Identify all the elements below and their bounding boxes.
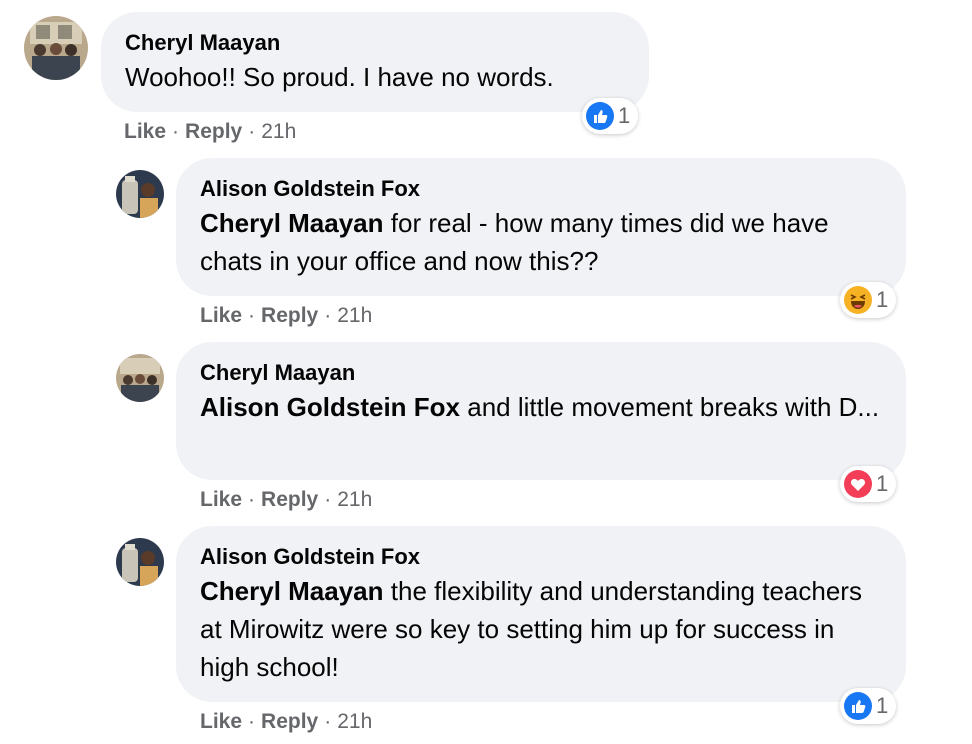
avatar-photo-trophy-icon bbox=[116, 170, 164, 218]
comment-author[interactable]: Alison Goldstein Fox bbox=[200, 542, 882, 572]
reaction-count: 1 bbox=[876, 471, 889, 496]
separator-dot: · bbox=[324, 710, 332, 733]
comment-text: Cheryl Maayan for real - how many times … bbox=[200, 204, 882, 280]
reaction-badge[interactable]: 1 bbox=[840, 466, 897, 502]
comment-actions: Like · Reply · 21h bbox=[200, 485, 372, 515]
reaction-badge[interactable]: 1 bbox=[840, 282, 897, 318]
comment-author[interactable]: Cheryl Maayan bbox=[200, 358, 882, 388]
reaction-count: 1 bbox=[876, 287, 889, 312]
avatar[interactable] bbox=[116, 538, 164, 586]
reply-button[interactable]: Reply bbox=[261, 710, 318, 733]
separator-dot: · bbox=[324, 304, 332, 327]
separator-dot: · bbox=[248, 710, 256, 733]
reaction-count: 1 bbox=[618, 103, 631, 128]
avatar[interactable] bbox=[116, 170, 164, 218]
comment-author[interactable]: Alison Goldstein Fox bbox=[200, 174, 882, 204]
like-button[interactable]: Like bbox=[200, 710, 242, 733]
comment-actions: Like · Reply · 21h bbox=[200, 301, 372, 331]
separator-dot: · bbox=[248, 488, 256, 511]
avatar[interactable] bbox=[116, 354, 164, 402]
comment-text: Woohoo!! So proud. I have no words. bbox=[125, 58, 625, 96]
comment-actions: Like · Reply · 21h bbox=[200, 707, 372, 737]
comment-body-text: Woohoo!! So proud. I have no words. bbox=[125, 62, 554, 92]
timestamp[interactable]: 21h bbox=[337, 304, 372, 327]
avatar-photo-trophy-icon bbox=[116, 538, 164, 586]
like-icon bbox=[844, 692, 872, 720]
avatar[interactable] bbox=[24, 16, 88, 80]
reply-button[interactable]: Reply bbox=[261, 488, 318, 511]
comment-bubble: Alison Goldstein Fox Cheryl Maayan the f… bbox=[176, 526, 906, 702]
timestamp[interactable]: 21h bbox=[337, 488, 372, 511]
separator-dot: · bbox=[248, 304, 256, 327]
timestamp[interactable]: 21h bbox=[337, 710, 372, 733]
comment-author[interactable]: Cheryl Maayan bbox=[125, 28, 625, 58]
like-button[interactable]: Like bbox=[200, 304, 242, 327]
like-button[interactable]: Like bbox=[200, 488, 242, 511]
avatar-photo-group-icon bbox=[116, 354, 164, 402]
mention-link[interactable]: Alison Goldstein Fox bbox=[200, 392, 460, 422]
comment-text: Alison Goldstein Fox and little movement… bbox=[200, 388, 882, 426]
comment-text: Cheryl Maayan the flexibility and unders… bbox=[200, 572, 882, 686]
comment-bubble: Cheryl Maayan Woohoo!! So proud. I have … bbox=[101, 12, 649, 112]
mention-link[interactable]: Cheryl Maayan bbox=[200, 208, 384, 238]
like-button[interactable]: Like bbox=[124, 120, 166, 143]
reply-button[interactable]: Reply bbox=[185, 120, 242, 143]
haha-icon bbox=[844, 286, 872, 314]
reaction-count: 1 bbox=[876, 693, 889, 718]
comment-body-text: and little movement breaks with D... bbox=[467, 392, 880, 422]
like-icon bbox=[586, 102, 614, 130]
reply-button[interactable]: Reply bbox=[261, 304, 318, 327]
comment-actions: Like · Reply · 21h bbox=[124, 117, 296, 147]
timestamp[interactable]: 21h bbox=[261, 120, 296, 143]
comment-bubble: Cheryl Maayan Alison Goldstein Fox and l… bbox=[176, 342, 906, 480]
love-icon bbox=[844, 470, 872, 498]
mention-link[interactable]: Cheryl Maayan bbox=[200, 576, 384, 606]
separator-dot: · bbox=[172, 120, 180, 143]
separator-dot: · bbox=[248, 120, 256, 143]
reaction-badge[interactable]: 1 bbox=[582, 98, 639, 134]
avatar-photo-group-icon bbox=[24, 16, 88, 80]
comment-bubble: Alison Goldstein Fox Cheryl Maayan for r… bbox=[176, 158, 906, 296]
separator-dot: · bbox=[324, 488, 332, 511]
reaction-badge[interactable]: 1 bbox=[840, 688, 897, 724]
